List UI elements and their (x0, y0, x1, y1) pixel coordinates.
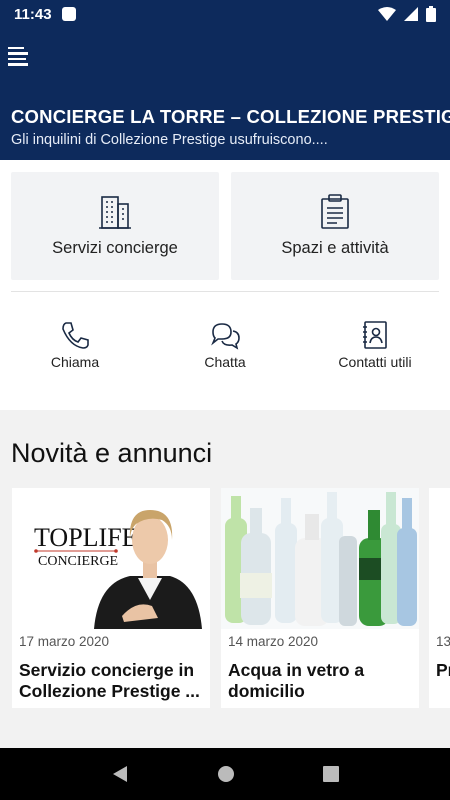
app-header: CONCIERGE LA TORRE – COLLEZIONE PRESTIGE… (0, 28, 450, 160)
logo-subtext: CONCIERGE (38, 554, 118, 569)
battery-icon (426, 6, 436, 22)
system-nav-bar (0, 748, 450, 800)
news-card[interactable]: 14 marzo 2020 Acqua in vetro a domicilio (221, 488, 419, 708)
services-panel: Servizi concierge Spazi e attività Chiam… (0, 160, 450, 410)
page-subtitle: Gli inquilini di Collezione Prestige usu… (11, 132, 328, 148)
quick-action-label: Contatti utili (338, 354, 412, 370)
news-image-concierge: TOPLIFE CONCIERGE (12, 488, 210, 629)
recents-icon[interactable] (323, 766, 339, 782)
quick-action-label: Chiama (50, 354, 100, 370)
notification-icon (61, 7, 76, 21)
news-card[interactable]: 13 Pr in (429, 488, 450, 708)
news-date: 14 marzo 2020 (228, 634, 319, 649)
news-headline: Pr in (436, 660, 450, 680)
quick-action-chatta[interactable]: Chatta (150, 320, 300, 370)
quick-action-chiama[interactable]: Chiama (0, 320, 150, 370)
back-icon[interactable] (111, 765, 129, 783)
building-icon (99, 196, 131, 229)
signal-icon (404, 7, 418, 21)
clipboard-icon (321, 194, 349, 229)
news-headline: Acqua in vetro a domicilio (228, 660, 365, 701)
quick-action-label: Chatta (204, 354, 246, 370)
news-date: 17 marzo 2020 (19, 634, 110, 649)
status-time: 11:43 (14, 5, 52, 23)
menu-icon[interactable] (8, 44, 32, 68)
contacts-icon (363, 321, 387, 349)
news-image-bottles (221, 488, 419, 629)
quick-action-contatti-utili[interactable]: Contatti utili (300, 320, 450, 370)
phone-icon (62, 322, 89, 349)
divider (11, 291, 439, 292)
servizi-concierge-card[interactable]: Servizi concierge (11, 172, 219, 280)
wifi-icon (378, 7, 396, 21)
chat-icon (211, 323, 240, 350)
logo-text: TOPLIFE (34, 523, 138, 552)
news-image-partial (429, 488, 450, 629)
card-label: Servizi concierge (52, 239, 178, 257)
news-card[interactable]: TOPLIFE CONCIERGE 17 marzo 2020 Servizio… (12, 488, 210, 708)
news-headline: Servizio concierge in Collezione Prestig… (19, 660, 200, 701)
card-label: Spazi e attività (281, 239, 389, 257)
home-icon[interactable] (217, 765, 235, 783)
status-bar: 11:43 (0, 0, 450, 28)
spazi-attivita-card[interactable]: Spazi e attività (231, 172, 439, 280)
news-section-title: Novità e annunci (11, 438, 213, 468)
news-date: 13 (436, 634, 450, 649)
page-title: CONCIERGE LA TORRE – COLLEZIONE PRESTIGE (11, 106, 450, 127)
